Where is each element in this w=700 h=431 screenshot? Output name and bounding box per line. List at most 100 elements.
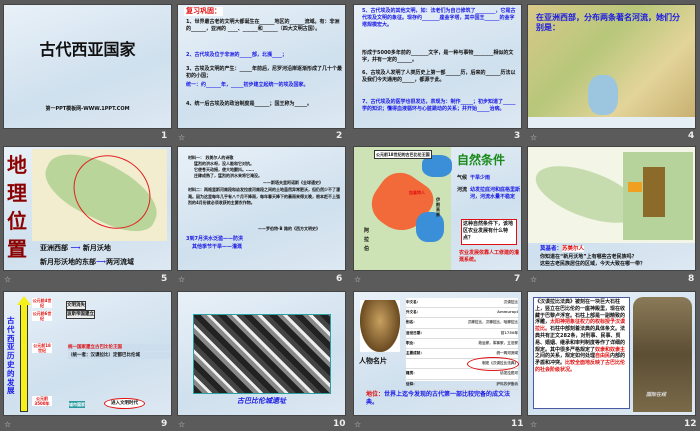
slide-line: 3、古埃及文明的产生：_____年前后，尼罗河沿岸逐渐形成了几十个最初的小国； [186,66,342,80]
animation-star-icon[interactable]: ☆ [178,420,185,429]
map-image: 公元前18世纪的古巴比伦王国 伊朗高原 阿拉伯 加喜特人 [354,147,452,270]
slide-number: 4 [688,131,695,141]
slide-thumb-2[interactable]: 复习巩固： 1、世界最古老的文明大都诞生在______地区的______流域。有… [177,4,346,129]
slide-number: 10 [333,419,346,429]
question: 这些古老民族居住的区域，今天大致在哪一带？ [540,261,646,267]
field-label: 中文名： [406,300,421,304]
field-label: 别名： [406,320,417,325]
slide-line: 材料二：两格里斯河南段和幼发拉底河南段之间的土地虽然异常肥沃，但仍然少不了灌溉。… [188,187,340,205]
slide-thumb-4[interactable]: 在亚洲西部，分布两条著名河流，她们分别是： [527,4,696,129]
slide-heading: 复习巩固： [184,7,223,17]
animation-star-icon[interactable]: ☆ [178,133,185,142]
watermark: 国际在线 [646,392,667,398]
field-label: 信仰： [406,381,417,386]
slide-number: 6 [336,274,343,284]
label: 河流 [457,187,468,193]
slide-number: 9 [161,419,168,429]
field-value: 汉谟拉比 [503,300,518,304]
animation-star-icon[interactable]: ☆ [530,420,537,429]
slide-title: 自然条件 [457,153,506,167]
slide-number: 3 [514,131,521,141]
slide-title: 古代西亚国家 [39,40,136,59]
note: 3到7月洪水泛滥——防洪 [186,236,243,242]
field-value: 前1750年 [500,330,518,335]
slide-thumb-12[interactable]: 《汉谟拉比法典》被刻在一块巨大石柱上，竖立在巴比伦的一座神殿里，现在收藏于巴黎卢… [527,291,696,416]
event-note: 进入文明时代 [104,398,145,410]
map-label: 加喜特人 [409,190,425,195]
animation-star-icon[interactable]: ☆ [4,420,11,429]
value: 幼发拉底河和底格里斯河，河流水量不稳定 [470,187,521,200]
vertical-title: 古代西亚历史的发展 [7,316,15,396]
animation-star-icon[interactable]: ☆ [354,275,361,284]
slide-thumb-9[interactable]: 古代西亚历史的发展 公元前4世纪 文明消失 公元前6世纪 波斯帝国建立 公元前1… [3,291,172,416]
map-image [528,147,695,243]
slide-line: 2、古代埃及位于非洲的_____部，北濒____； [186,52,287,58]
map-label: 阿拉伯 [364,228,370,252]
answer: 农业发展依靠人工修建的灌溉系统。 [459,250,520,264]
slide-number: 5 [161,274,168,284]
field-value: 萨玛苏伊鲁纳 [496,381,518,386]
sea-area [588,75,618,115]
timeline-arrow [20,304,28,412]
slide-thumb-11[interactable]: 人物名片 中文名： 汉谟拉比外文名： Ammurapi 别名： 汉摩拉比，汉穆拉比，哈摩… [353,291,522,416]
slide-line: ——斯塔夫里阿诺斯《全球通史》 [263,180,323,185]
slide-line: 形成于5000多年前的_______文字，是一种与事物________相似的文字… [362,50,514,64]
animation-star-icon[interactable]: ☆ [4,275,11,284]
slide-number: 11 [511,419,524,429]
speaker-label: 莫基者：苏美尔人 [540,246,585,252]
slide-line: 6、古埃及人发明了人类历史上第一部______历，后来的______历法以及我们… [362,70,516,84]
slide-thumb-5[interactable]: 地理位置 亚洲西部 ⟶ 新月沃地 新月形沃地的东部⟶两河流域 [3,146,172,271]
field-label: 籍贯： [406,371,417,376]
slide-thumb-3[interactable]: 5、古代埃及的其他文明，如：法老们为自己修筑了________，它是古代埃及文明… [353,4,522,129]
label: 亚洲西部 ⟶ 新月沃地 [40,243,111,252]
event-label: 城市国家 [69,401,85,409]
value: 干旱少雨 [470,175,491,181]
slide-thumb-1[interactable]: 古代西亚国家 第一PPT模板网-WWW.1PPT.COM [3,4,172,129]
event-time: 公元前3500年 [32,396,52,406]
card-title: 人物名片 [359,357,387,365]
slide-thumb-10[interactable]: 古巴比伦城遗址 [177,291,346,416]
slide-number: 7 [514,274,521,284]
event-label: 文明消失 [66,301,86,311]
slide-vertical-title: 地理位置 [7,153,27,261]
info-row: 信仰： 萨玛苏伊鲁纳 [406,380,518,390]
field-label: 外文名： [406,310,421,315]
highlight-circle [467,357,519,371]
slide-number: 2 [336,131,343,141]
hammurabi-bust-image [360,300,400,352]
slide-thumb-6[interactable]: 材料一： 苏美尔人的诗歌 猛烈的洪水呀，没人能和它对抗。 它使苍天动摇，使大地颤… [177,146,346,271]
slide-thumb-7[interactable]: 公元前18世纪的古巴比伦王国 伊朗高原 阿拉伯 加喜特人 自然条件 气候 干旱少… [353,146,522,271]
info-row: 外文名： Ammurapi [406,308,518,319]
map-label: 伊朗高原 [436,197,440,217]
event-time: 公元前18世纪 [32,343,52,353]
ruins-photo [193,314,331,394]
slide-line: 4、统一后古埃及的政治制度是______；国王称为_____。 [186,101,312,107]
field-label: 职业： [406,340,417,345]
event-label: 统一国家建立古巴比伦王国 [68,344,171,352]
event-label: 波斯帝国建立 [66,310,95,320]
info-row: 别名： 汉摩拉比，汉穆拉比，哈摩拉比 [406,318,518,329]
slide-line: 1、世界最古老的文明大都诞生在______地区的______流域。有：非洲的__… [186,19,340,33]
animation-star-icon[interactable]: ☆ [530,275,537,284]
slide-line: 5、古代埃及的其他文明，如：法老们为自己修筑了________，它是古代埃及文明… [362,8,516,29]
field-value: 幼发拉底河 [500,371,518,376]
field-value: 汉摩拉比，汉穆拉比，哈摩拉比 [467,320,518,325]
code-description: 《汉谟拉比法典》被刻在一块巨大石柱上，竖立在巴比伦的一座神殿里，现在收藏于巴黎卢… [533,297,630,409]
info-row: 职业： 政治家，军事家，立法家 [406,339,518,350]
photo-caption: 古巴比伦城遗址 [237,397,286,405]
info-row: 逝世日期： 前1750年 [406,329,518,339]
event-time: 公元前4世纪 [32,298,52,308]
label: 新月形沃地的东部⟶两河流域 [40,257,135,266]
map-title: 公元前18世纪的古巴比伦王国 [374,150,432,160]
animation-star-icon[interactable]: ☆ [530,133,537,142]
slide-line: 统一：约______年，_____初步建立起统一的埃及国家。 [186,82,309,88]
animation-star-icon[interactable]: ☆ [354,420,361,429]
animation-star-icon[interactable]: ☆ [178,275,185,284]
question-box: 这种自然条件下，该地区农业发展有什么特点？ [461,219,517,245]
slide-thumb-8[interactable]: 莫基者：苏美尔人 你知道在“新月沃地”上有哪些古老民族吗？ 这些古老民族居住的区… [527,146,696,271]
event-sublabel: （统一者：汉谟拉比）定都巴比伦城 [68,352,171,360]
slide-text: 在亚洲西部，分布两条著名河流，她们分别是： [536,13,680,32]
field-value: Ammurapi [497,310,518,315]
map-image [32,147,169,244]
slide-line: ——罗伯特·B 路的《西方文明史》 [258,226,320,231]
